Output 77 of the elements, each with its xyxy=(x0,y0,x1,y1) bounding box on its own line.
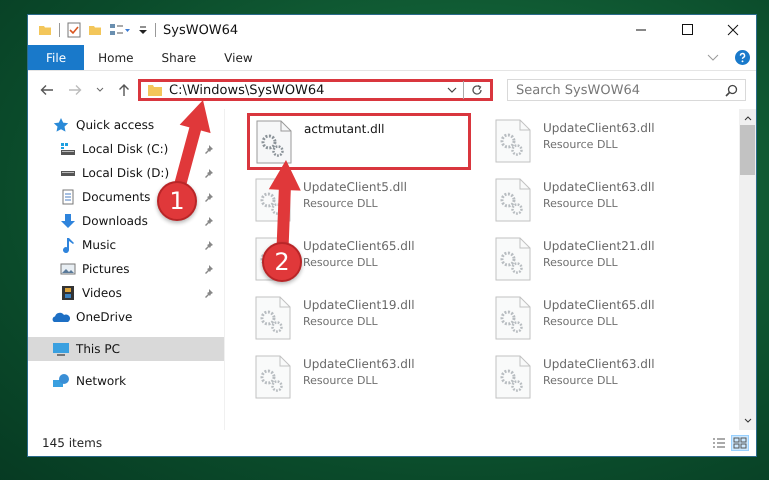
window-title: SysWOW64 xyxy=(163,22,238,38)
file-name[interactable]: UpdateClient63.dll xyxy=(543,357,655,371)
item-count: 145 items xyxy=(42,436,102,450)
ribbon-tab[interactable]: File xyxy=(28,45,84,70)
pin-icon[interactable] xyxy=(204,288,214,298)
file-name[interactable]: UpdateClient19.dll xyxy=(303,298,415,312)
file-name[interactable]: UpdateClient63.dll xyxy=(543,121,655,135)
file-type: Resource DLL xyxy=(543,197,619,210)
nav-item[interactable]: OneDrive xyxy=(28,305,224,329)
search-field[interactable]: Search SysWOW64 xyxy=(507,79,746,101)
nav-item[interactable]: Downloads xyxy=(60,209,150,233)
file-name[interactable]: actmutant.dll xyxy=(304,122,384,136)
gear-file-icon xyxy=(495,296,531,340)
file-type: Resource DLL xyxy=(543,374,619,387)
large-icons-view-icon[interactable] xyxy=(732,436,748,450)
nav-item[interactable]: This PC xyxy=(28,337,224,361)
details-view-icon[interactable] xyxy=(712,437,726,449)
drive-icon xyxy=(60,170,76,176)
help-icon[interactable] xyxy=(735,50,750,65)
nav-item[interactable]: Network xyxy=(28,369,224,393)
nav-item[interactable]: Pictures xyxy=(60,257,132,281)
up-arrow-icon[interactable] xyxy=(118,83,130,97)
pin-icon[interactable] xyxy=(204,216,214,226)
pin-icon[interactable] xyxy=(204,192,214,202)
scroll-up-icon[interactable] xyxy=(744,115,752,121)
file-type: Resource DLL xyxy=(543,315,619,328)
file-type: Resource DLL xyxy=(303,256,379,269)
ribbon-tab[interactable]: Share xyxy=(148,45,210,70)
file-name[interactable]: UpdateClient5.dll xyxy=(303,180,407,194)
nav-item[interactable]: Videos xyxy=(60,281,124,305)
drive-icon xyxy=(60,141,76,157)
gear-file-icon xyxy=(256,120,292,164)
gear-file-icon xyxy=(495,355,531,399)
properties-icon[interactable] xyxy=(67,22,81,38)
recent-dropdown-icon[interactable] xyxy=(96,87,104,93)
back-arrow-icon[interactable] xyxy=(40,84,54,96)
music-note-icon xyxy=(60,237,76,253)
pin-icon[interactable] xyxy=(204,240,214,250)
document-icon xyxy=(60,189,76,205)
gear-file-icon xyxy=(255,296,291,340)
expand-ribbon-icon[interactable] xyxy=(707,54,719,62)
scroll-down-icon[interactable] xyxy=(744,418,752,424)
file-name[interactable]: UpdateClient21.dll xyxy=(543,239,655,253)
download-arrow-icon xyxy=(60,213,76,229)
nav-item[interactable]: Quick access xyxy=(28,113,224,137)
nav-item[interactable]: Documents xyxy=(60,185,152,209)
star-icon xyxy=(52,117,70,133)
file-type: Resource DLL xyxy=(303,374,379,387)
ribbon-tab[interactable]: Home xyxy=(84,45,148,70)
gear-file-icon xyxy=(495,178,531,222)
gear-file-icon xyxy=(255,355,291,399)
file-type: Resource DLL xyxy=(543,138,619,151)
file-type: Resource DLL xyxy=(303,315,379,328)
picture-icon xyxy=(60,261,76,277)
view-list-icon[interactable] xyxy=(109,23,131,37)
ribbon-tab[interactable]: View xyxy=(210,45,267,70)
network-icon xyxy=(52,373,70,389)
pin-icon[interactable] xyxy=(204,168,214,178)
file-name[interactable]: UpdateClient65.dll xyxy=(543,298,655,312)
file-type: Resource DLL xyxy=(543,256,619,269)
search-icon[interactable] xyxy=(725,84,738,97)
file-type: Resource DLL xyxy=(303,197,379,210)
file-name[interactable]: UpdateClient65.dll xyxy=(303,239,415,253)
film-icon xyxy=(60,285,76,301)
address-bar[interactable]: C:\Windows\SysWOW64 xyxy=(138,79,493,101)
nav-item[interactable]: Music xyxy=(60,233,118,257)
customize-dropdown-icon[interactable] xyxy=(138,25,148,35)
computer-icon xyxy=(52,341,70,357)
file-name[interactable]: UpdateClient63.dll xyxy=(543,180,655,194)
nav-item[interactable]: Local Disk (C:) xyxy=(60,137,170,161)
pin-icon[interactable] xyxy=(204,144,214,154)
gear-file-icon xyxy=(495,119,531,163)
vertical-scrollbar[interactable] xyxy=(739,109,756,430)
file-name[interactable]: UpdateClient63.dll xyxy=(303,357,415,371)
gear-file-icon xyxy=(495,237,531,281)
pin-icon[interactable] xyxy=(204,264,214,274)
scrollbar-thumb[interactable] xyxy=(740,125,755,175)
